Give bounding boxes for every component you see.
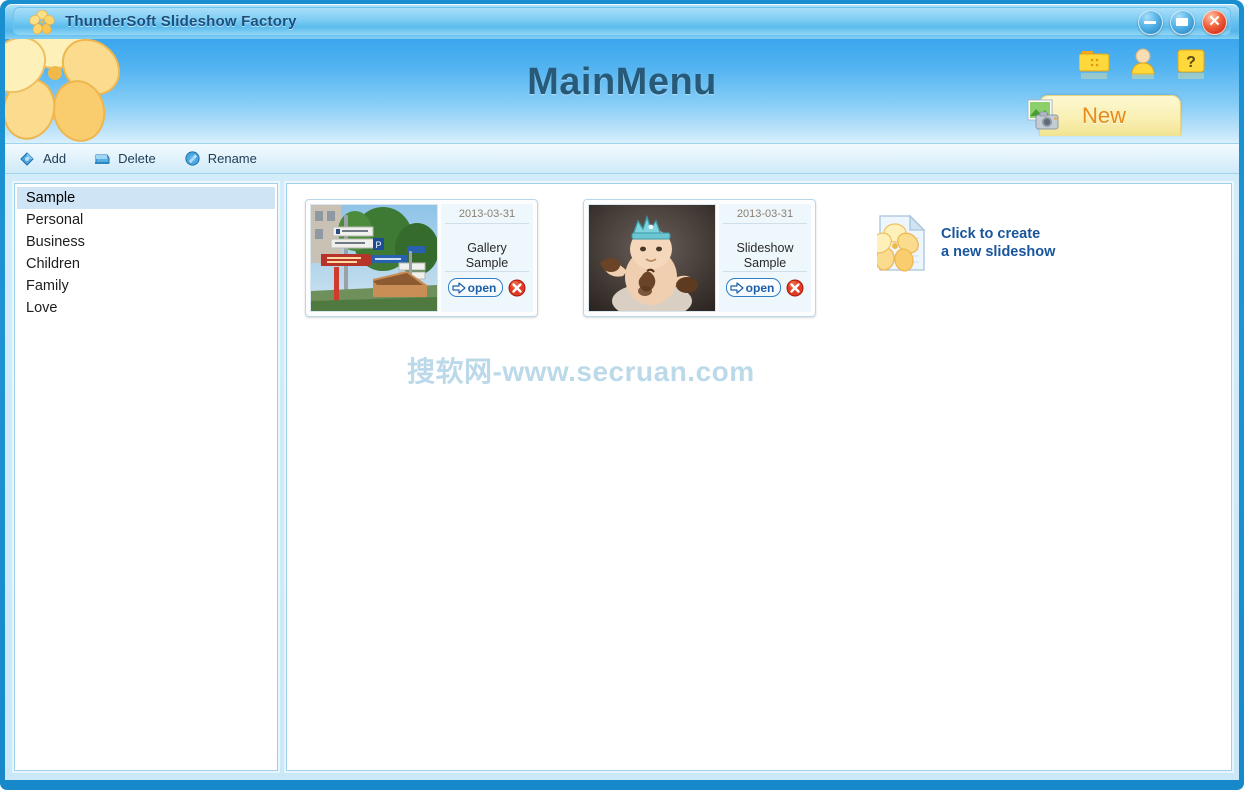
options-folder-icon[interactable] [1079, 47, 1111, 81]
rename-icon [185, 151, 200, 166]
open-label: open [745, 280, 775, 295]
window-title: ThunderSoft Slideshow Factory [65, 13, 297, 30]
header-banner: MainMenu ? New [5, 39, 1239, 143]
project-actions: open [723, 272, 807, 297]
new-document-flower-icon [877, 214, 926, 272]
sidebar-item-label: Sample [26, 190, 76, 206]
project-title: Slideshow Sample [723, 224, 807, 272]
sidebar-item-children[interactable]: Children [17, 253, 275, 275]
delete-icon [95, 154, 110, 164]
sidebar-item-label: Children [26, 256, 80, 272]
create-new-slideshow-button[interactable]: Click to create a new slideshow [877, 214, 1055, 272]
user-account-icon[interactable] [1127, 47, 1159, 81]
project-title-line1: Gallery [467, 241, 507, 255]
sidebar-item-label: Love [26, 300, 58, 316]
create-new-line1: Click to create [941, 226, 1041, 242]
svg-text:?: ? [1186, 54, 1196, 71]
new-tab-label: New [1082, 103, 1127, 128]
add-icon [20, 152, 34, 166]
watermark-text: 搜软网-www.secruan.com [407, 356, 755, 387]
project-title-line2: Sample [743, 256, 787, 270]
project-title: Gallery Sample [445, 224, 529, 272]
project-title-line2: Sample [465, 256, 509, 270]
add-button[interactable]: Add [19, 150, 66, 167]
create-new-line2: a new slideshow [941, 244, 1056, 260]
delete-label: Delete [118, 151, 156, 166]
close-icon: ✕ [1208, 13, 1221, 30]
toolbar: Add Delete Rename [5, 143, 1239, 174]
minimize-button[interactable] [1138, 10, 1163, 35]
svg-text:P: P [375, 240, 381, 250]
project-meta: 2013-03-31 Gallery Sample open [441, 204, 533, 312]
sidebar-item-label: Business [26, 234, 85, 250]
delete-project-button[interactable] [508, 279, 526, 297]
project-card[interactable]: P 2013-03-31 Gallery Sample open [305, 199, 538, 317]
minimize-icon [1144, 21, 1156, 24]
sidebar-item-love[interactable]: Love [17, 297, 275, 319]
project-thumbnail-street-signpost: P [310, 204, 438, 312]
project-card[interactable]: 2013-03-31 Slideshow Sample open [583, 199, 816, 317]
open-project-button[interactable]: open [725, 278, 782, 297]
arrow-right-icon [730, 281, 744, 294]
projects-panel: P 2013-03-31 Gallery Sample open 2013-03… [286, 183, 1232, 771]
add-label: Add [43, 151, 67, 166]
header-icon-group: ? [1079, 47, 1207, 81]
project-meta: 2013-03-31 Slideshow Sample open [719, 204, 811, 312]
sidebar-item-personal[interactable]: Personal [17, 209, 275, 231]
rename-label: Rename [207, 151, 257, 166]
title-bar: ThunderSoft Slideshow Factory ✕ [5, 4, 1239, 39]
sidebar-item-label: Personal [26, 212, 84, 228]
delete-project-button[interactable] [786, 279, 804, 297]
new-tab-button[interactable]: New [1027, 95, 1181, 136]
sidebar-item-family[interactable]: Family [17, 275, 275, 297]
content-area: Sample Personal Business Children Family… [5, 174, 1239, 780]
close-button[interactable]: ✕ [1202, 10, 1227, 35]
project-date: 2013-03-31 [723, 204, 807, 224]
flower-logo-icon [29, 9, 55, 35]
sidebar-item-business[interactable]: Business [17, 231, 275, 253]
window-controls: ✕ [1138, 10, 1227, 35]
application-window: ThunderSoft Slideshow Factory ✕ MainMenu… [0, 0, 1244, 790]
project-date: 2013-03-31 [445, 204, 529, 224]
help-icon[interactable]: ? [1175, 47, 1207, 81]
project-actions: open [445, 272, 529, 297]
sidebar-item-sample[interactable]: Sample [17, 187, 275, 209]
photo-camera-icon [1027, 99, 1059, 130]
restore-icon [1176, 18, 1188, 26]
delete-button[interactable]: Delete [94, 150, 156, 167]
status-strip [5, 780, 1239, 783]
create-new-label: Click to create a new slideshow [941, 225, 1055, 261]
rename-button[interactable]: Rename [184, 150, 257, 167]
project-thumbnail-baby-with-crown [588, 204, 716, 312]
open-project-button[interactable]: open [447, 278, 504, 297]
project-title-line1: Slideshow [736, 241, 794, 255]
open-label: open [467, 280, 497, 295]
sidebar-item-label: Family [26, 278, 69, 294]
arrow-right-icon [452, 281, 466, 294]
category-list-panel: Sample Personal Business Children Family… [14, 183, 278, 771]
restore-button[interactable] [1170, 10, 1195, 35]
